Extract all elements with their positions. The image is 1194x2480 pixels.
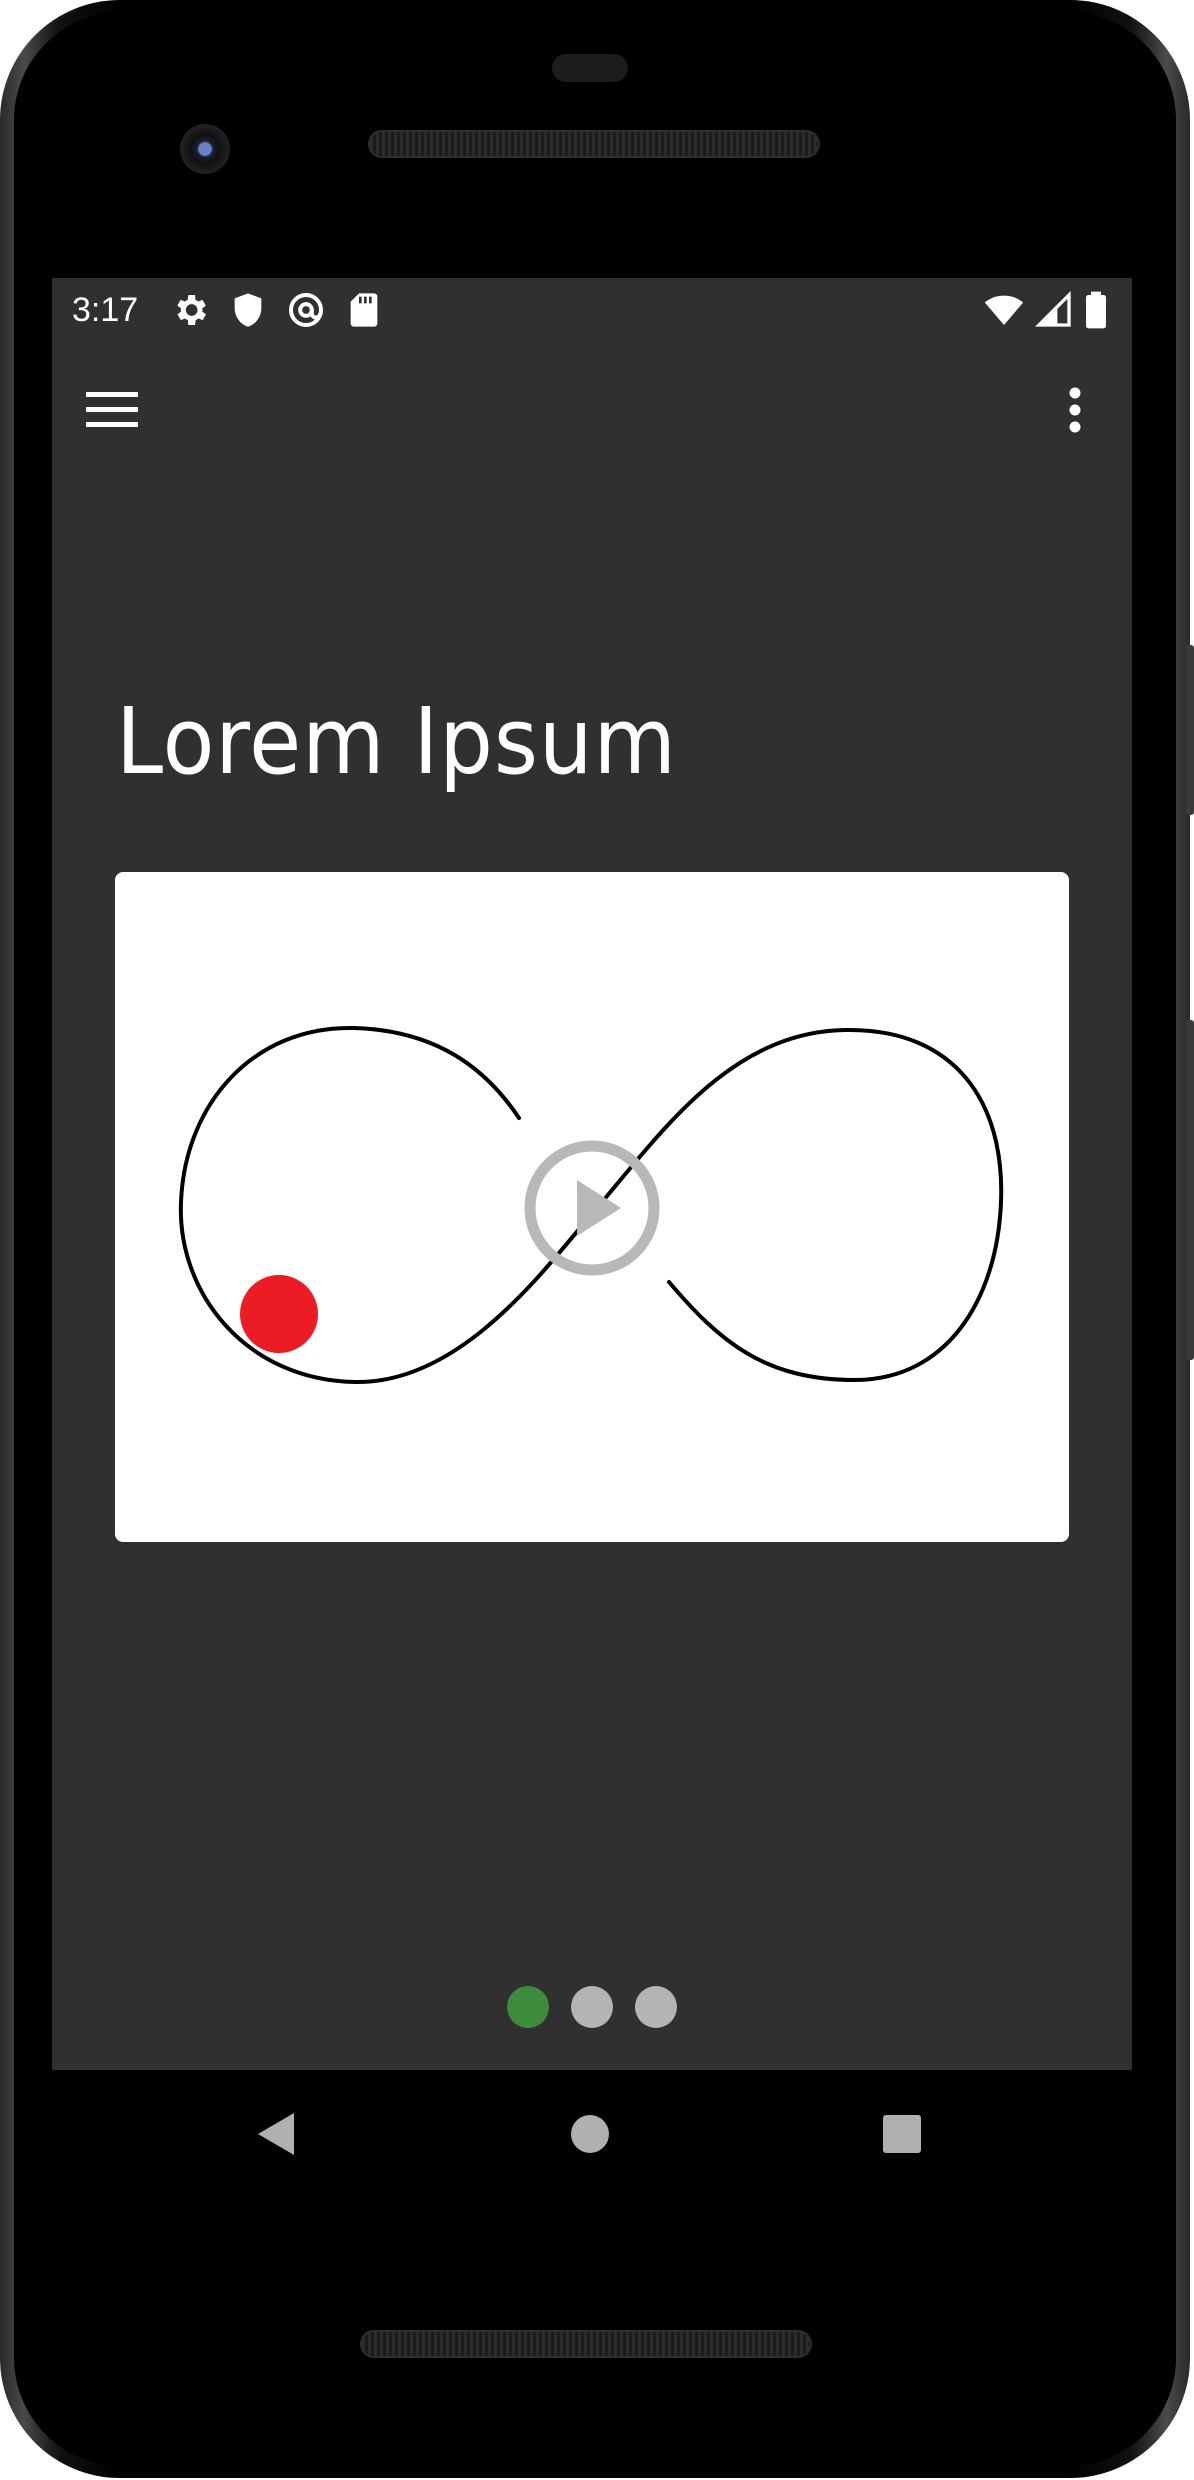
earpiece-slot [552,54,628,82]
at-sign-icon [286,290,326,330]
infinity-animation [178,1025,1004,1385]
front-camera [180,124,230,174]
status-time: 3:17 [72,291,139,329]
sd-card-icon [344,290,384,330]
recents-icon [882,2114,922,2159]
hamburger-menu-button[interactable] [72,372,152,452]
system-nav-bar [52,2070,1132,2202]
page-dot[interactable] [635,1986,677,2028]
cell-signal-icon [1034,290,1074,330]
overflow-menu-button[interactable] [1035,372,1115,452]
page-dot-active[interactable] [507,1986,549,2028]
back-button[interactable] [226,2086,326,2186]
recents-button[interactable] [852,2086,952,2186]
app-bar [52,342,1132,502]
more-vertical-icon [1068,387,1082,438]
page-title: Lorem Ipsum [116,688,677,795]
gear-icon [170,290,210,330]
status-bar: 3:17 [52,278,1132,342]
back-icon [256,2111,296,2162]
screen: 3:17 Lorem Ipsum [52,278,1132,2070]
page-dot[interactable] [571,1986,613,2028]
bottom-speaker-grille [360,2330,812,2358]
wifi-icon [984,290,1024,330]
top-speaker-grille [368,130,820,158]
play-icon [524,1140,660,1276]
hamburger-menu-icon [86,390,138,435]
home-icon [570,2114,610,2159]
media-card[interactable] [115,872,1069,1542]
power-button [1186,645,1194,815]
battery-icon [1082,290,1110,330]
volume-button [1186,1020,1194,1360]
shield-icon [228,290,268,330]
home-button[interactable] [540,2086,640,2186]
red-ball [240,1275,318,1353]
phone-frame: 3:17 Lorem Ipsum [0,0,1194,2480]
page-indicator [52,1986,1132,2030]
